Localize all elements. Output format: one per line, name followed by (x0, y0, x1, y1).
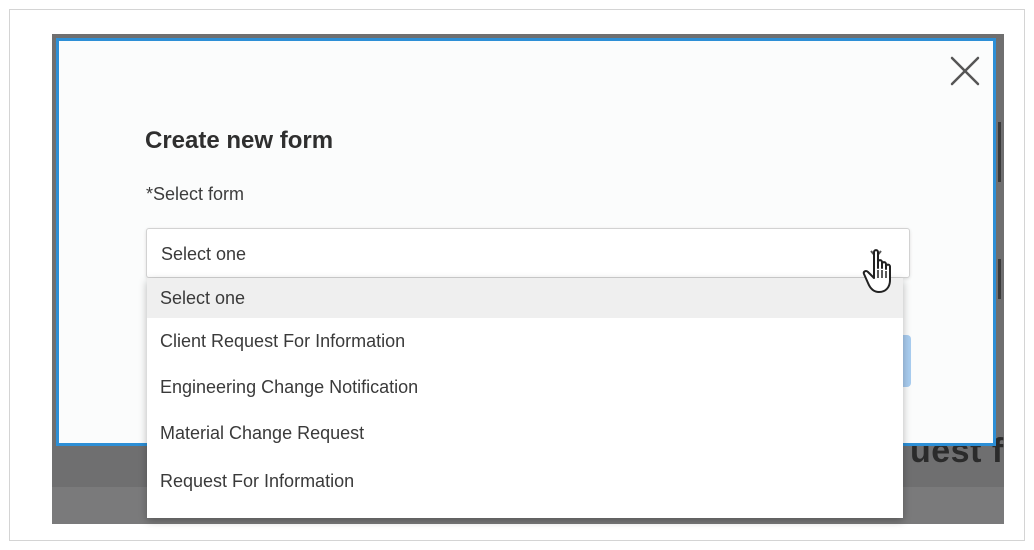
option-select-one[interactable]: Select one (147, 278, 903, 318)
background-edge (998, 259, 1001, 299)
background-edge (998, 122, 1001, 182)
select-form-label: *Select form (146, 184, 245, 204)
select-form-options: Select one Client Request For Informatio… (147, 278, 903, 518)
close-button[interactable] (949, 55, 981, 87)
select-form-value: Select one (161, 244, 247, 264)
option-request-for-information[interactable]: Request For Information (147, 456, 903, 506)
option-engineering-change-notification[interactable]: Engineering Change Notification (147, 364, 903, 410)
option-client-request-for-information[interactable]: Client Request For Information (147, 318, 903, 364)
chevron-down-icon (870, 250, 882, 259)
select-form-dropdown[interactable]: Select one (146, 228, 910, 278)
close-icon (950, 56, 980, 86)
option-material-change-request[interactable]: Material Change Request (147, 410, 903, 456)
modal-title: Create new form (145, 127, 334, 154)
